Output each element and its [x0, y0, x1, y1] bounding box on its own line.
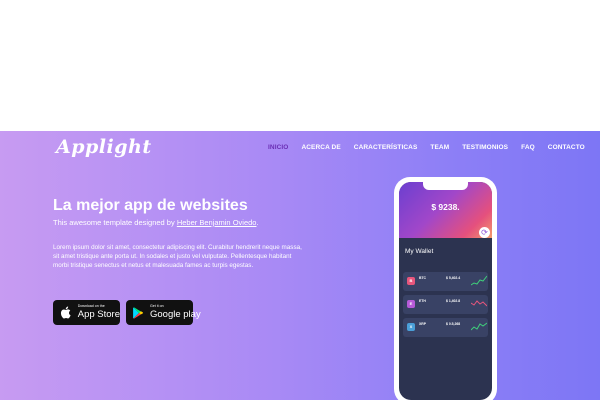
coin-badge: B [407, 277, 415, 285]
nav-item-faq[interactable]: FAQ [521, 144, 535, 151]
coin-card: B BTC $ 5,402.4 [403, 272, 488, 291]
sparkline-icon [471, 300, 487, 307]
coin-name: ETH [419, 299, 426, 303]
sparkline-icon [471, 322, 487, 331]
google-play-button[interactable]: Get it on Google play [126, 300, 201, 325]
phone-notch [423, 182, 468, 190]
phone-screen: $ 9238. ⟳ My Wallet B BTC $ 5,402.4 E ET… [399, 182, 492, 400]
app-store-big-label: App Store [77, 309, 120, 321]
coin-value: $ 0.5,268 [446, 322, 461, 326]
nav-item-inicio[interactable]: INICIO [268, 144, 288, 151]
nav-item-testimonios[interactable]: TESTIMONIOS [462, 144, 508, 151]
wallet-title: My Wallet [405, 248, 434, 255]
app-store-text: Download on the App Store [78, 305, 120, 319]
coin-value: $ 1,402.8 [446, 299, 461, 303]
author-link[interactable]: Heber Benjamin Oviedo [177, 218, 257, 227]
wallet-balance: $ 9238. [431, 202, 460, 212]
subline-suffix: . [256, 218, 259, 227]
nav-item-team[interactable]: TEAM [430, 144, 449, 151]
google-play-text: Get it on Google play [150, 305, 201, 319]
hero-headline: La mejor app de websites [53, 197, 248, 214]
page: Applight INICIO ACERCA DE CARACTERÍSTICA… [0, 0, 600, 400]
apple-icon [60, 306, 72, 320]
hero-subline: This awesome template designed by Heber … [53, 218, 259, 227]
google-play-icon [133, 306, 144, 320]
nav-item-contacto[interactable]: CONTACTO [548, 144, 585, 151]
sparkline-icon [471, 275, 487, 286]
phone-mockup: $ 9238. ⟳ My Wallet B BTC $ 5,402.4 E ET… [394, 177, 497, 400]
coin-badge: E [407, 300, 415, 308]
main-nav: INICIO ACERCA DE CARACTERÍSTICAS TEAM TE… [268, 144, 598, 151]
hero-paragraph: Lorem ipsum dolor sit amet, consectetur … [53, 244, 302, 270]
coin-card: E ETH $ 1,402.8 [403, 295, 488, 314]
refresh-icon: ⟳ [479, 227, 490, 238]
app-store-button[interactable]: Download on the App Store [53, 300, 120, 325]
nav-item-acerca[interactable]: ACERCA DE [301, 144, 340, 151]
coin-name: BTC [419, 276, 426, 280]
google-play-big-label: Google play [150, 309, 201, 321]
nav-item-caracteristicas[interactable]: CARACTERÍSTICAS [354, 144, 418, 151]
subline-prefix: This awesome template designed by [53, 218, 177, 227]
coin-name: XRP [419, 322, 426, 326]
coin-card: X XRP $ 0.5,268 [403, 318, 488, 337]
coin-badge: X [407, 323, 415, 331]
coin-value: $ 5,402.4 [446, 276, 461, 280]
hero-section: Applight INICIO ACERCA DE CARACTERÍSTICA… [0, 131, 600, 400]
brand-logo[interactable]: Applight [56, 136, 152, 158]
